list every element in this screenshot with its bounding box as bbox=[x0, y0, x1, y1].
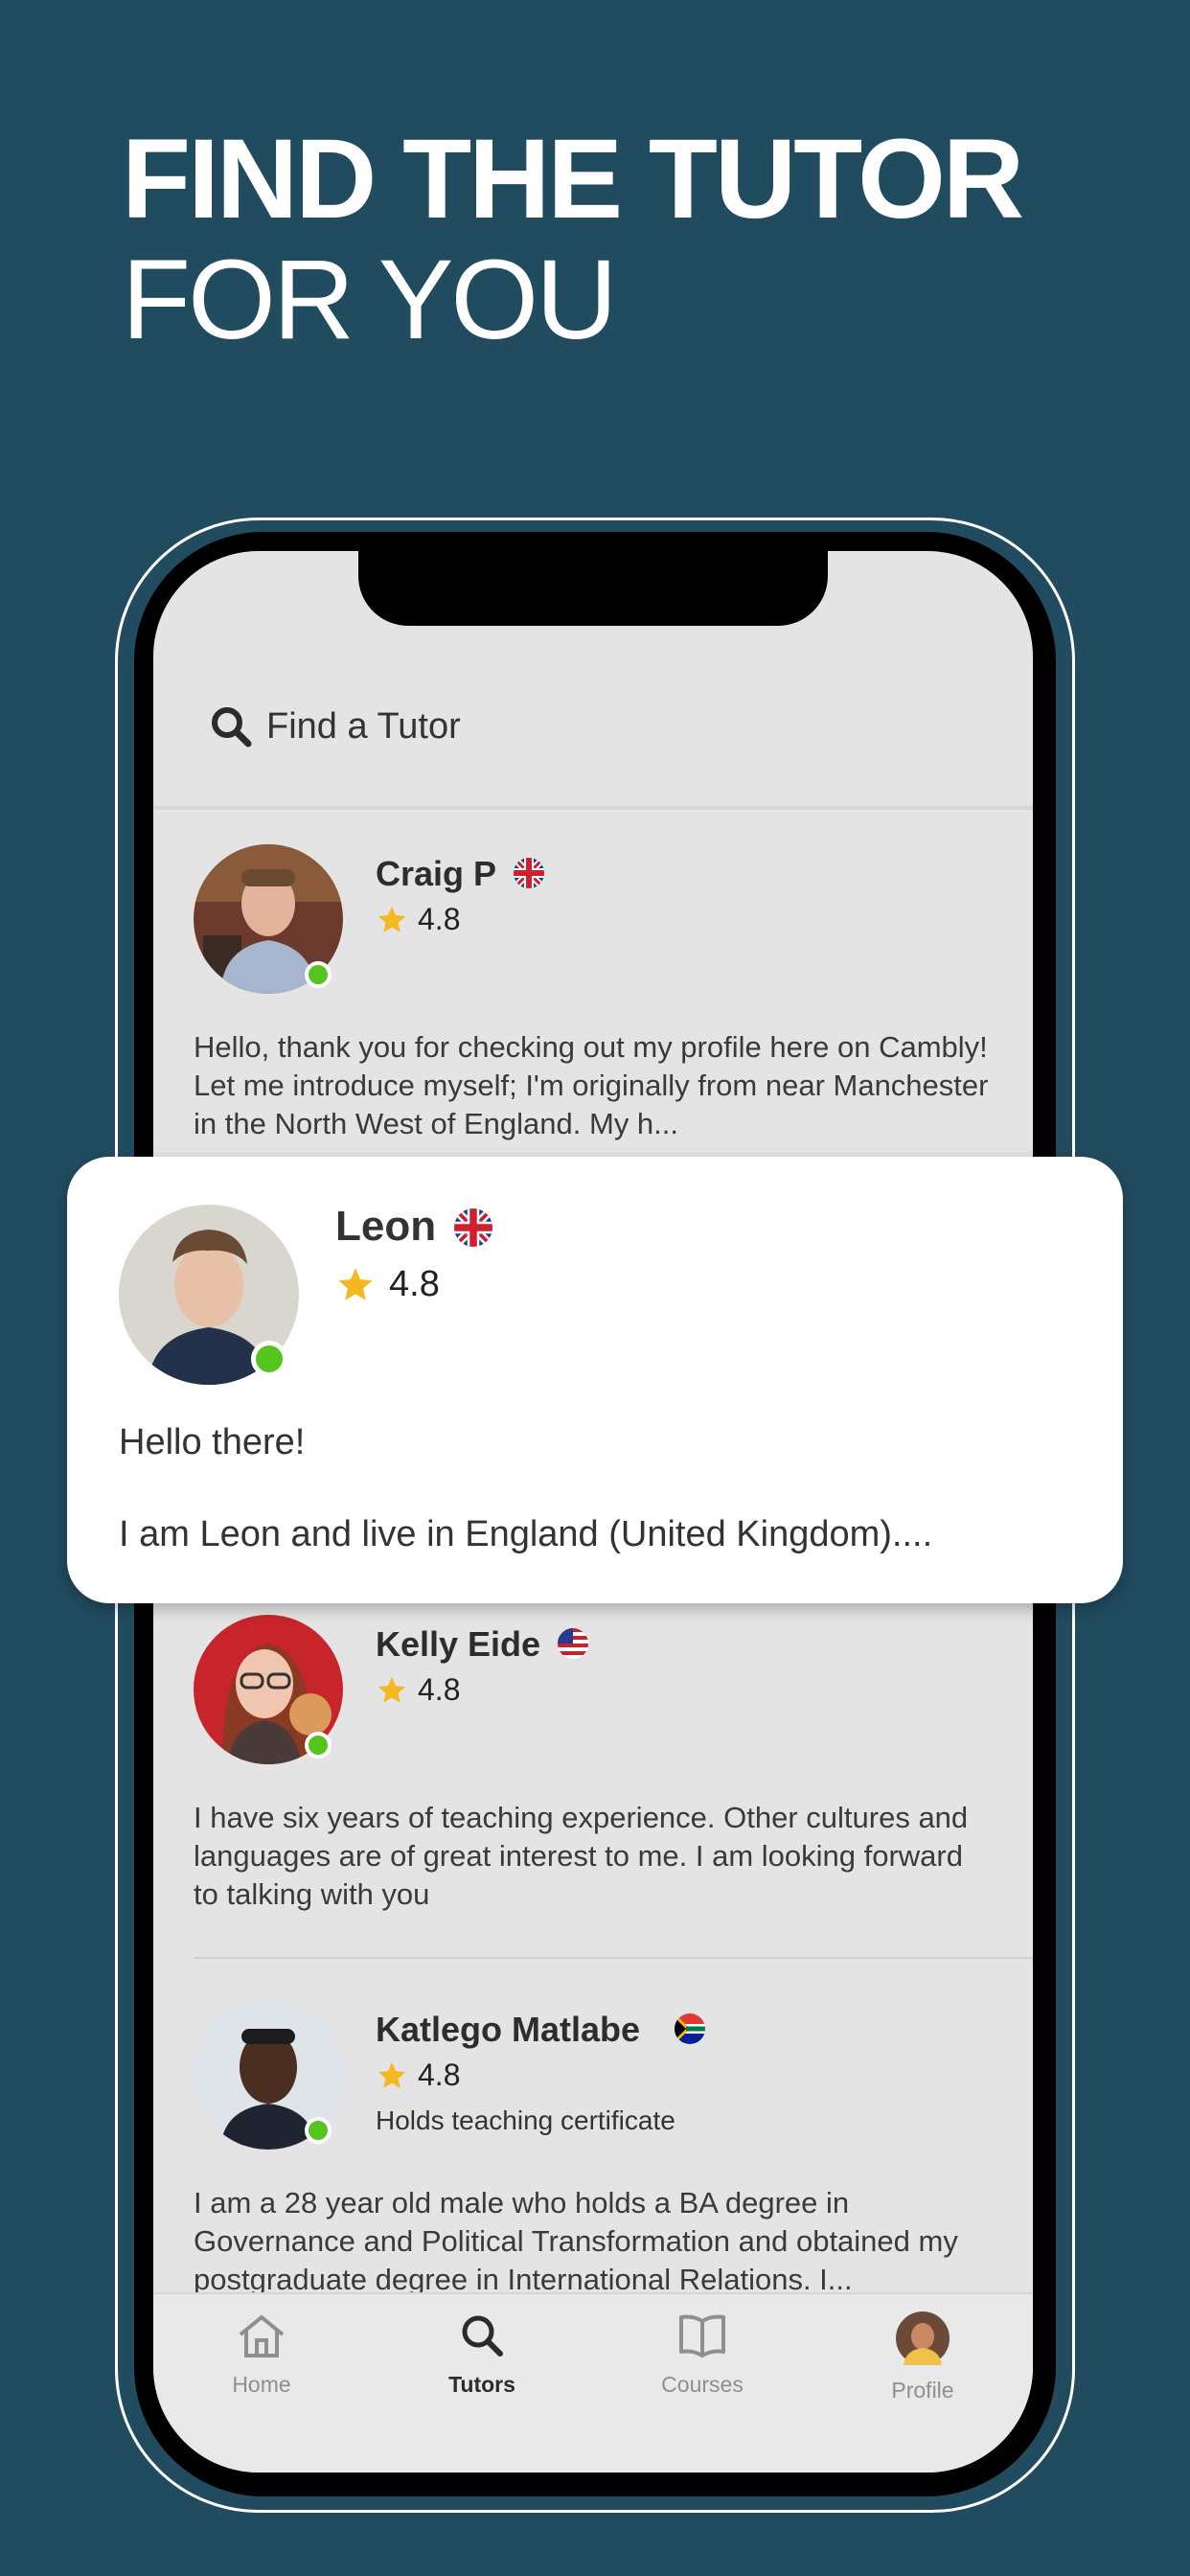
tab-label: Profile bbox=[891, 2378, 954, 2403]
rating-value: 4.8 bbox=[389, 1264, 440, 1304]
phone-notch bbox=[358, 551, 828, 626]
featured-tutor-card[interactable]: Leon 4.8 Hello there! I am Leon and live… bbox=[67, 1157, 1123, 1603]
star-icon bbox=[378, 2061, 406, 2088]
online-indicator bbox=[305, 1732, 332, 1759]
tab-label: Tutors bbox=[448, 2372, 515, 2397]
avatar bbox=[896, 2312, 950, 2365]
rating: 4.8 bbox=[376, 902, 460, 937]
book-icon bbox=[679, 2314, 725, 2358]
rating: 4.8 bbox=[376, 2058, 460, 2093]
tutor-card-kelly[interactable]: Kelly Eide 4.8 I have six years of teach… bbox=[153, 1615, 1033, 1931]
search-divider bbox=[153, 806, 1033, 810]
uk-flag-icon bbox=[454, 1208, 492, 1247]
online-indicator bbox=[305, 2117, 332, 2144]
rating: 4.8 bbox=[376, 1672, 460, 1708]
headline: FIND THE TUTOR FOR YOU bbox=[122, 116, 1024, 363]
online-indicator bbox=[251, 1341, 287, 1377]
headline-line-1: FIND THE TUTOR bbox=[122, 116, 1024, 242]
tab-home[interactable]: Home bbox=[190, 2312, 333, 2398]
rating-value: 4.8 bbox=[418, 902, 461, 936]
search-bar[interactable]: Find a Tutor bbox=[209, 704, 461, 748]
tutor-name: Kelly Eide bbox=[376, 1624, 541, 1664]
tutor-card-craig[interactable]: Craig P 4.8 Hello, thank you for checkin… bbox=[153, 844, 1033, 1141]
star-icon bbox=[378, 1676, 406, 1703]
tutor-bio-line-1: Hello there! bbox=[119, 1422, 306, 1462]
uk-flag-icon bbox=[514, 858, 544, 888]
tab-label: Home bbox=[232, 2372, 291, 2397]
tab-courses[interactable]: Courses bbox=[630, 2312, 774, 2398]
tutor-name: Katlego Matlabe bbox=[376, 2010, 641, 2049]
tutor-bio: I am a 28 year old male who holds a BA d… bbox=[194, 2186, 958, 2296]
search-icon bbox=[462, 2315, 503, 2357]
headline-line-2: FOR YOU bbox=[122, 237, 617, 363]
rating-value: 4.8 bbox=[418, 1672, 461, 1707]
star-icon bbox=[378, 906, 406, 932]
home-icon bbox=[239, 2315, 285, 2358]
tutor-certificate: Holds teaching certificate bbox=[376, 2105, 675, 2135]
tutor-name: Craig P bbox=[376, 854, 497, 893]
tutor-bio-line-2: I am Leon and live in England (United Ki… bbox=[119, 1514, 933, 1554]
tutor-name: Leon bbox=[335, 1203, 437, 1250]
rating: 4.8 bbox=[335, 1264, 440, 1305]
search-label: Find a Tutor bbox=[266, 705, 461, 747]
za-flag-icon bbox=[675, 2013, 705, 2044]
tutor-bio: Hello, thank you for checking out my pro… bbox=[194, 1030, 989, 1140]
us-flag-icon bbox=[558, 1628, 588, 1659]
tab-tutors[interactable]: Tutors bbox=[410, 2312, 554, 2398]
rating-value: 4.8 bbox=[418, 2058, 461, 2092]
tab-bar: Home Tutors Courses Profile bbox=[153, 2292, 1033, 2472]
star-icon bbox=[338, 1268, 373, 1300]
online-indicator bbox=[305, 961, 332, 988]
tab-label: Courses bbox=[661, 2372, 744, 2397]
list-divider bbox=[194, 1957, 1033, 1959]
tab-profile[interactable]: Profile bbox=[851, 2312, 995, 2404]
tutor-card-katlego[interactable]: Katlego Matlabe 4.8 Holds teaching certi… bbox=[153, 2000, 1033, 2307]
tutor-bio: I have six years of teaching experience.… bbox=[194, 1801, 969, 1911]
search-icon bbox=[212, 707, 252, 748]
